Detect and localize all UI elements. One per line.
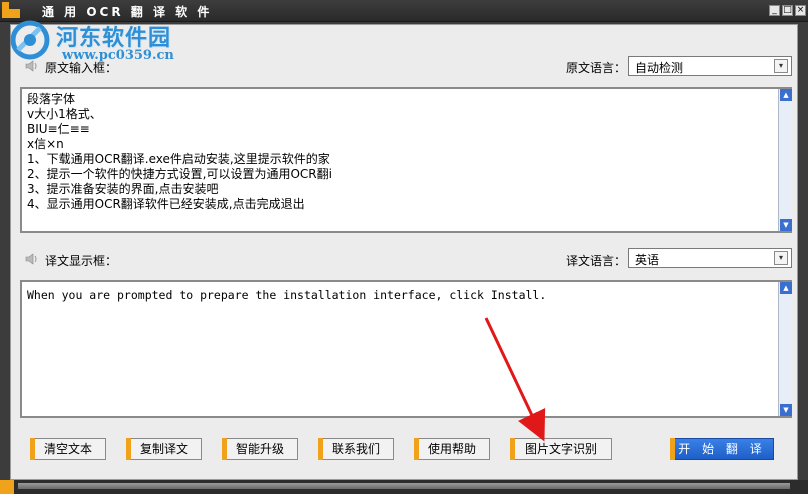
source-text: 段落字体 v大小1格式、 BIU≡仁≡≡ x信×n 1、下载通用OCR翻译.ex… <box>27 92 332 211</box>
scroll-down-icon[interactable]: ▼ <box>780 219 792 231</box>
maximize-button[interactable]: □ <box>782 5 793 16</box>
window-footer <box>0 480 808 494</box>
source-scrollbar[interactable]: ▲ ▼ <box>778 89 792 231</box>
footer-bar <box>18 483 790 489</box>
scroll-down-icon[interactable]: ▼ <box>780 404 792 416</box>
target-lang-select[interactable]: 英语 ▾ <box>628 248 792 268</box>
clear-text-button[interactable]: 清空文本 <box>30 438 106 460</box>
start-translate-button[interactable]: 开 始 翻 译 <box>670 438 774 460</box>
image-ocr-button[interactable]: 图片文字识别 <box>510 438 612 460</box>
target-textarea[interactable]: When you are prompted to prepare the ins… <box>20 280 792 418</box>
speaker-icon[interactable] <box>25 253 39 265</box>
contact-us-button[interactable]: 联系我们 <box>318 438 394 460</box>
footer-corner-mark <box>0 480 14 494</box>
dropdown-arrow-icon[interactable]: ▾ <box>774 251 788 265</box>
minimize-button[interactable]: _ <box>769 5 780 16</box>
watermark-logo-icon <box>10 20 50 60</box>
close-button[interactable]: × <box>795 5 806 16</box>
source-lang-value: 自动检测 <box>635 61 684 75</box>
target-scrollbar[interactable]: ▲ ▼ <box>778 282 792 416</box>
source-lang-select[interactable]: 自动检测 ▾ <box>628 56 792 76</box>
app-window: 通 用 OCR 翻 译 软 件 _ □ × 原文输入框： 原文语言： 自动检测 … <box>0 0 808 494</box>
scroll-up-icon[interactable]: ▲ <box>780 89 792 101</box>
watermark-logo: 河东软件园 www.pc0359.cn <box>8 14 208 74</box>
help-button[interactable]: 使用帮助 <box>414 438 490 460</box>
main-panel: 原文输入框： 原文语言： 自动检测 ▾ 段落字体 v大小1格式、 BIU≡仁≡≡… <box>10 24 798 480</box>
source-lang-label: 原文语言： <box>566 61 627 75</box>
dropdown-arrow-icon[interactable]: ▾ <box>774 59 788 73</box>
source-textarea[interactable]: 段落字体 v大小1格式、 BIU≡仁≡≡ x信×n 1、下载通用OCR翻译.ex… <box>20 87 792 233</box>
target-text: When you are prompted to prepare the ins… <box>27 288 547 302</box>
scroll-up-icon[interactable]: ▲ <box>780 282 792 294</box>
smart-upgrade-button[interactable]: 智能升级 <box>222 438 298 460</box>
watermark-url: www.pc0359.cn <box>62 48 174 63</box>
copy-translation-button[interactable]: 复制译文 <box>126 438 202 460</box>
target-box-label: 译文显示框： <box>45 254 118 268</box>
target-lang-label: 译文语言： <box>566 254 627 268</box>
target-lang-value: 英语 <box>635 253 660 267</box>
